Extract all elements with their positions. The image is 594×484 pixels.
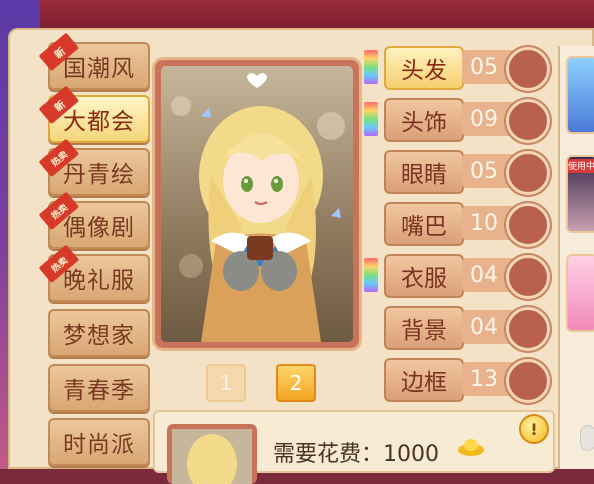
feature-row-hair[interactable]: 头发 05 <box>364 46 554 91</box>
feature-button[interactable]: 衣服 <box>384 254 464 298</box>
category-label: 偶像剧 <box>63 215 135 241</box>
feature-select-circle[interactable] <box>506 151 550 195</box>
preview-thumbnail <box>167 424 257 484</box>
info-button[interactable]: ! <box>519 414 549 444</box>
feature-row-eyes[interactable]: 眼睛 05 <box>364 150 554 195</box>
page-2-button[interactable]: 2 <box>276 364 316 402</box>
feature-label: 头饰 <box>401 110 447 136</box>
category-label: 大都会 <box>63 109 135 135</box>
character-illustration <box>171 73 345 342</box>
feature-label: 边框 <box>401 370 447 396</box>
feature-button[interactable]: 头饰 <box>384 98 464 142</box>
feature-row-mouth[interactable]: 嘴巴 10 <box>364 202 554 247</box>
feature-select-circle[interactable] <box>506 359 550 403</box>
character-card[interactable] <box>155 60 359 348</box>
feature-select-circle[interactable] <box>506 47 550 91</box>
avatar-thumbnail[interactable] <box>566 56 594 134</box>
avatar-thumbnail-in-use[interactable]: 使用中 <box>566 155 594 233</box>
feature-row-headwear[interactable]: 头饰 09 <box>364 98 554 143</box>
feature-select-circle[interactable] <box>506 307 550 351</box>
category-label: 青春季 <box>63 378 135 404</box>
feature-button[interactable]: 边框 <box>384 358 464 402</box>
toggle-switch[interactable] <box>580 425 594 451</box>
feature-select-circle[interactable] <box>506 203 550 247</box>
category-button-active[interactable]: 新 大都会 <box>38 85 150 143</box>
gold-ingot-icon <box>458 439 484 456</box>
character-portrait <box>161 66 353 342</box>
category-button[interactable]: 青春季 <box>48 364 150 412</box>
feature-button[interactable]: 头发 <box>384 46 464 90</box>
category-button[interactable]: 热卖 偶像剧 <box>38 191 150 249</box>
category-label: 晚礼服 <box>63 268 135 294</box>
feature-select-circle[interactable] <box>506 99 550 143</box>
feature-label: 背景 <box>401 318 447 344</box>
thumbnail-illustration <box>172 429 252 484</box>
feature-button[interactable]: 背景 <box>384 306 464 350</box>
feature-row-clothes[interactable]: 衣服 04 <box>364 254 554 299</box>
category-label: 丹青绘 <box>63 162 135 188</box>
category-button[interactable]: 热卖 丹青绘 <box>38 138 150 196</box>
avatar-thumbnail[interactable] <box>566 254 594 332</box>
category-label: 梦想家 <box>63 323 135 349</box>
category-button[interactable]: 时尚派 <box>48 418 150 466</box>
feature-select-circle[interactable] <box>506 255 550 299</box>
feature-button[interactable]: 嘴巴 <box>384 202 464 246</box>
feature-label: 眼睛 <box>401 162 447 188</box>
feature-label: 嘴巴 <box>401 214 447 240</box>
in-use-tag: 使用中 <box>568 159 594 173</box>
rainbow-indicator <box>364 102 378 136</box>
rainbow-indicator <box>364 258 378 292</box>
category-label: 时尚派 <box>63 432 135 458</box>
feature-button[interactable]: 眼睛 <box>384 150 464 194</box>
feature-row-background[interactable]: 背景 04 <box>364 306 554 351</box>
category-button[interactable]: 梦想家 <box>48 309 150 357</box>
cost-panel: 需要花费：1000 ! <box>153 410 555 484</box>
feature-row-frame[interactable]: 边框 13 <box>364 358 554 403</box>
cost-label: 需要花费：1000 <box>273 442 439 467</box>
category-button[interactable]: 热卖 晚礼服 <box>38 244 150 302</box>
rainbow-indicator <box>364 50 378 84</box>
feature-label: 衣服 <box>401 266 447 292</box>
page-1-button[interactable]: 1 <box>206 364 246 402</box>
category-button[interactable]: 新 国潮风 <box>38 32 150 90</box>
feature-label: 头发 <box>401 58 447 84</box>
category-label: 国潮风 <box>63 56 135 82</box>
